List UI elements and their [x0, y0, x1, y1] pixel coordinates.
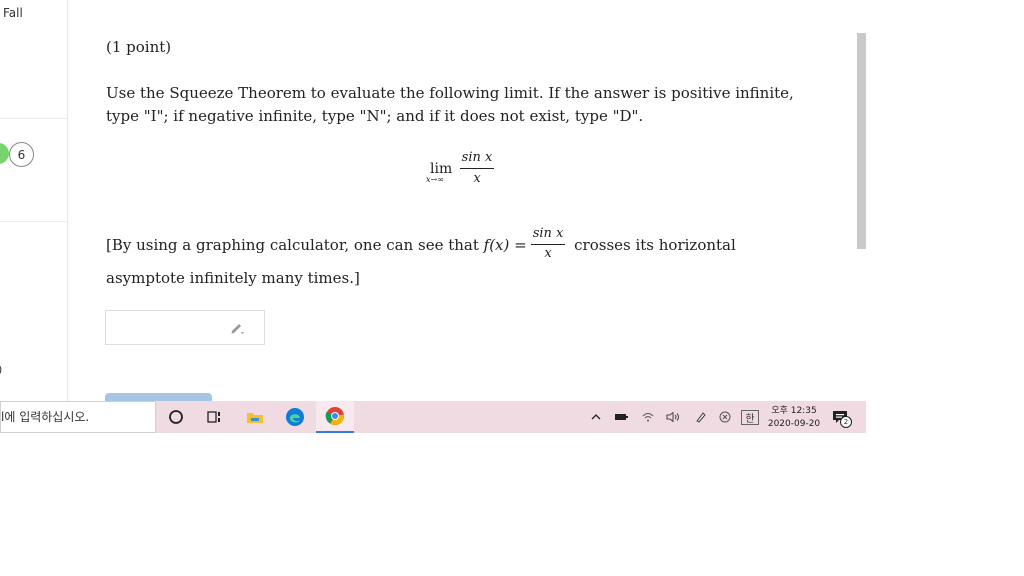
limit-expression: lim x→∞ sin x x [426, 148, 506, 190]
clock-date: 2020-09-20 [767, 419, 821, 429]
sidebar-divider [0, 118, 67, 119]
close-circle-icon[interactable] [718, 409, 732, 425]
taskbar: l에 입력하십시오. 한 오후 12:35 2020-09-20 2 [0, 401, 866, 433]
limit-fraction: sin x x [460, 150, 494, 186]
system-clock[interactable]: 오후 12:35 2020-09-20 [764, 405, 824, 431]
hint-before: [By using a graphing calculator, one can… [106, 236, 484, 254]
status-dot [0, 143, 9, 164]
hint-text: [By using a graphing calculator, one can… [106, 226, 806, 293]
hint-fraction: sin xx [530, 226, 566, 262]
hint-denominator: x [544, 246, 552, 261]
points-label: (1 point) [106, 38, 172, 56]
pen-icon[interactable] [694, 409, 708, 425]
edge-icon[interactable] [283, 405, 307, 429]
browser-viewport: Fall 6 ) (1 point) Use the Squeeze Theor… [0, 0, 866, 433]
sidebar: Fall 6 ) [0, 0, 68, 401]
chrome-icon[interactable] [325, 406, 345, 426]
chrome-taskbar-tab[interactable] [316, 401, 354, 433]
notification-icon[interactable]: 2 [830, 407, 852, 428]
chevron-up-icon[interactable] [590, 409, 602, 425]
limit-numerator: sin x [460, 150, 494, 169]
notification-count: 2 [840, 416, 852, 428]
clock-time: 오후 12:35 [771, 406, 817, 416]
term-label: Fall [3, 6, 23, 20]
answer-input[interactable] [110, 311, 229, 344]
question-text: Use the Squeeze Theorem to evaluate the … [106, 84, 794, 125]
wifi-icon[interactable] [641, 409, 655, 425]
sidebar-divider [0, 221, 67, 222]
taskbar-search-box[interactable]: l에 입력하십시오. [0, 401, 156, 433]
ime-indicator[interactable]: 한 [741, 410, 759, 425]
volume-icon[interactable] [665, 409, 681, 425]
sidebar-partial-label: ) [0, 363, 2, 376]
task-view-icon[interactable] [202, 405, 226, 429]
limit-denominator: x [473, 171, 481, 186]
pencil-icon[interactable] [230, 321, 246, 335]
scrollbar-thumb[interactable] [857, 33, 866, 249]
file-explorer-icon[interactable] [243, 405, 267, 429]
cortana-icon[interactable] [164, 405, 188, 429]
hint-numerator: sin x [530, 226, 566, 245]
count-badge[interactable]: 6 [9, 142, 34, 167]
limit-subscript: x→∞ [426, 175, 444, 184]
hint-function: f(x) = [483, 236, 527, 254]
answer-field[interactable] [105, 310, 265, 345]
battery-icon[interactable] [614, 409, 628, 425]
